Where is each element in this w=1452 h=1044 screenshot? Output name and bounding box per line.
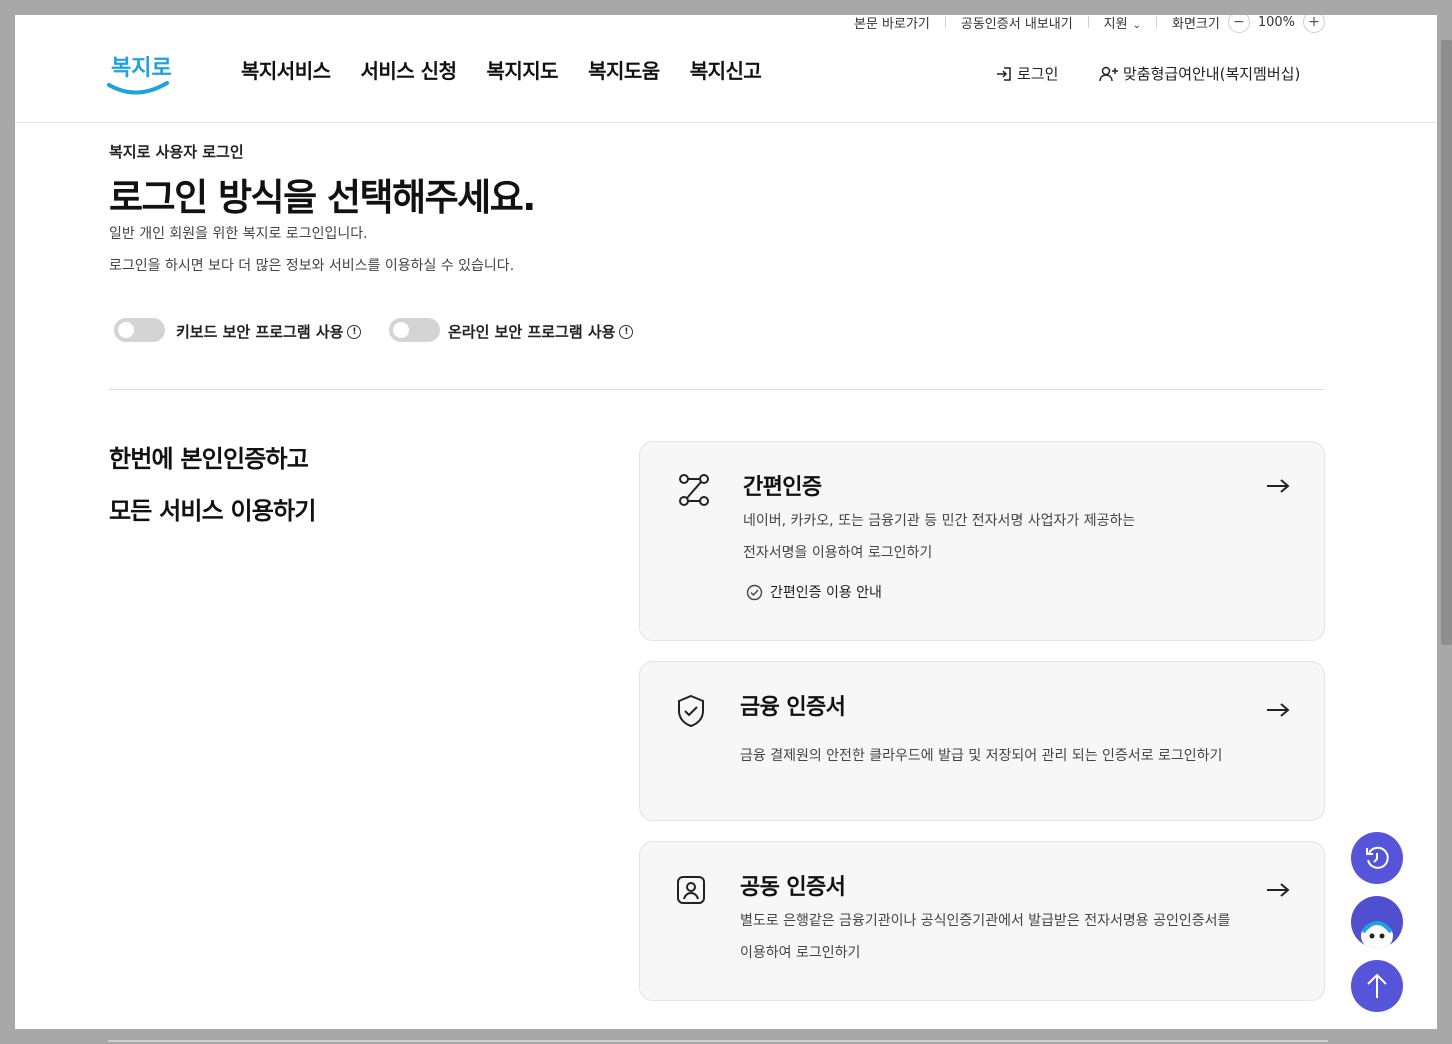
financial-cert-desc: 금융 결제원의 안전한 클라우드에 발급 및 저장되어 관리 되는 인증서로 로… [740, 748, 1223, 764]
simple-auth-title: 간편인증 [743, 475, 822, 500]
cert-export-link[interactable]: 공동인증서 내보내기 [961, 15, 1073, 32]
zoom-out-button[interactable]: − [1227, 15, 1250, 33]
keyboard-security-toggle[interactable] [114, 318, 165, 342]
page-description-2: 로그인을 하시면 보다 더 많은 정보와 서비스를 이용하실 수 있습니다. [109, 258, 515, 274]
section-heading-line1: 한번에 본인인증하고 [109, 445, 309, 473]
scroll-top-button[interactable] [1351, 960, 1403, 1012]
scrollbar-thumb[interactable] [1441, 40, 1452, 645]
simple-auth-desc-2: 전자서명을 이용하여 로그인하기 [743, 545, 933, 561]
divider [944, 16, 946, 28]
shield-check-icon [676, 694, 706, 732]
toggle-knob [118, 322, 134, 338]
history-icon [1366, 846, 1389, 869]
nav-service-apply[interactable]: 서비스 신청 [361, 55, 457, 84]
divider [1087, 16, 1089, 28]
chevron-down-icon: ⌄ [1132, 19, 1141, 31]
info-icon[interactable]: ! [347, 324, 362, 339]
info-icon[interactable]: ! [619, 324, 634, 339]
support-label: 지원 [1103, 16, 1128, 32]
nav-welfare-help[interactable]: 복지도움 [588, 55, 660, 84]
page-title: 로그인 방식을 선택해주세요. [109, 176, 536, 219]
main-navigation: 복지서비스 서비스 신청 복지지도 복지도움 복지신고 [241, 55, 762, 84]
login-icon [997, 66, 1011, 81]
simple-auth-guide-label: 간편인증 이용 안내 [770, 585, 882, 601]
zoom-level: 100% [1257, 15, 1295, 30]
nav-welfare-report[interactable]: 복지신고 [690, 55, 762, 84]
page-description-1: 일반 개인 회원을 위한 복지로 로그인입니다. [109, 226, 368, 242]
footer-divider [108, 1040, 1328, 1042]
login-label: 로그인 [1017, 65, 1059, 83]
keyboard-security-label: 키보드 보안 프로그램 사용 ! [176, 321, 362, 342]
logo-icon: 복지로 [107, 56, 172, 95]
arrow-right-icon[interactable] [1266, 882, 1290, 902]
arrow-up-icon [1367, 973, 1387, 998]
financial-cert-card[interactable]: 금융 인증서 금융 결제원의 안전한 클라우드에 발급 및 저장되어 관리 되는… [639, 661, 1325, 821]
recent-history-button[interactable] [1351, 832, 1403, 884]
divider [1155, 16, 1157, 28]
svg-text:복지로: 복지로 [111, 56, 171, 81]
membership-label: 맞춤형급여안내(복지멤버십) [1123, 65, 1301, 83]
section-heading-line2: 모든 서비스 이용하기 [109, 497, 316, 525]
simple-auth-desc-1: 네이버, 카카오, 또는 금융기관 등 민간 전자서명 사업자가 제공하는 [743, 513, 1136, 529]
chatbot-button[interactable] [1351, 896, 1403, 948]
simple-auth-card[interactable]: 간편인증 네이버, 카카오, 또는 금융기관 등 민간 전자서명 사업자가 제공… [639, 441, 1325, 641]
joint-cert-card[interactable]: 공동 인증서 별도로 은행같은 금융기관이나 공식인증기관에서 발급받은 전자서… [639, 841, 1325, 1001]
arrow-right-icon[interactable] [1266, 702, 1290, 722]
joint-cert-title: 공동 인증서 [740, 875, 846, 900]
financial-cert-title: 금융 인증서 [740, 695, 846, 720]
nav-welfare-map[interactable]: 복지지도 [486, 55, 558, 84]
utility-bar: 본문 바로가기 공동인증서 내보내기 지원 ⌄ 화면크기 − 100% + [854, 15, 1325, 33]
site-logo[interactable]: 복지로 [107, 39, 172, 95]
skip-to-content-link[interactable]: 본문 바로가기 [854, 15, 930, 32]
page-subtitle: 복지로 사용자 로그인 [109, 143, 244, 161]
screen-size-label: 화면크기 [1171, 16, 1220, 32]
support-dropdown[interactable]: 지원 ⌄ [1104, 15, 1141, 32]
section-divider [109, 389, 1325, 390]
online-security-label: 온라인 보안 프로그램 사용 ! [448, 321, 634, 342]
simple-auth-guide-link[interactable]: 간편인증 이용 안내 [746, 582, 882, 602]
toggle-knob [393, 322, 409, 338]
online-security-toggle[interactable] [389, 318, 440, 342]
online-security-text: 온라인 보안 프로그램 사용 [448, 323, 616, 341]
zoom-in-button[interactable]: + [1303, 15, 1325, 33]
route-icon [676, 472, 712, 512]
chatbot-character-icon [1361, 921, 1393, 948]
login-link[interactable]: 로그인 [995, 63, 1058, 84]
joint-cert-desc-2: 이용하여 로그인하기 [740, 945, 861, 961]
browser-viewport: 본문 바로가기 공동인증서 내보내기 지원 ⌄ 화면크기 − 100% + 복지로… [15, 15, 1437, 1029]
arrow-right-icon[interactable] [1266, 478, 1290, 498]
keyboard-security-text: 키보드 보안 프로그램 사용 [176, 323, 344, 341]
membership-link[interactable]: 맞춤형급여안내(복지멤버십) [1099, 63, 1300, 84]
user-badge-icon [676, 875, 706, 909]
check-circle-icon [746, 584, 763, 600]
site-header: 본문 바로가기 공동인증서 내보내기 지원 ⌄ 화면크기 − 100% + 복지로… [15, 15, 1437, 123]
joint-cert-desc-1: 별도로 은행같은 금융기관이나 공식인증기관에서 발급받은 전자서명용 공인인증… [740, 913, 1231, 929]
nav-welfare-service[interactable]: 복지서비스 [241, 55, 331, 84]
user-plus-icon [1099, 66, 1118, 81]
